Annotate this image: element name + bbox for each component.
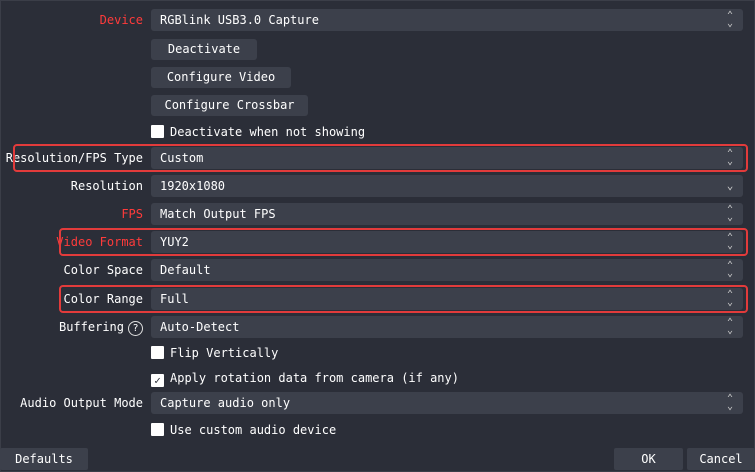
buffering-select[interactable]: Auto-Detect ⌃ ⌄ [151,316,743,338]
updown-chevron-icon: ⌃ ⌄ [726,289,734,308]
checkbox-unchecked-icon [151,423,164,436]
deactivate-when-not-showing-checkbox[interactable]: Deactivate when not showing [151,124,365,140]
resolution-label: Resolution [70,179,143,193]
updown-chevron-icon: ⌃ ⌄ [726,148,734,167]
audio-output-mode-value: Capture audio only [160,396,291,410]
cancel-button[interactable]: Cancel [687,448,755,470]
video-format-value: YUY2 [160,235,189,249]
configure-crossbar-button[interactable]: Configure Crossbar [151,95,308,116]
fps-select[interactable]: Match Output FPS ⌃ ⌄ [151,203,743,225]
color-range-value: Full [160,292,189,306]
color-space-select[interactable]: Default ⌃ ⌄ [151,259,743,281]
color-space-label: Color Space [63,263,143,277]
updown-chevron-icon: ⌃ ⌄ [726,204,734,223]
device-label: Device [99,13,143,27]
buffering-label-text: Buffering [58,320,124,334]
deactivate-when-not-showing-label: Deactivate when not showing [170,125,366,139]
chevron-down-icon: ⌄ [726,179,734,192]
video-format-label: Video Format [56,235,143,249]
apply-rotation-label: Apply rotation data from camera (if any) [170,371,459,385]
checkbox-unchecked-icon [151,346,164,359]
resolution-value: 1920x1080 [160,179,226,193]
resolution-select[interactable]: 1920x1080 ⌄ [151,175,743,197]
apply-rotation-checkbox[interactable]: ✓ Apply rotation data from camera (if any… [151,370,459,387]
color-range-select[interactable]: Full ⌃ ⌄ [151,288,743,310]
fps-label: FPS [121,207,143,221]
buffering-label: Buffering? [0,316,143,338]
ok-button[interactable]: OK [614,448,683,470]
buffering-value: Auto-Detect [160,320,240,334]
video-format-select[interactable]: YUY2 ⌃ ⌄ [151,231,743,253]
help-icon[interactable]: ? [128,321,143,336]
configure-video-button[interactable]: Configure Video [151,67,291,88]
use-custom-audio-checkbox[interactable]: Use custom audio device [151,422,336,438]
device-select[interactable]: RGBlink USB3.0 Capture ⌃ ⌄ [151,9,743,31]
audio-output-mode-select[interactable]: Capture audio only ⌃ ⌄ [151,392,743,414]
deactivate-button[interactable]: Deactivate [151,39,257,60]
updown-chevron-icon: ⌃ ⌄ [726,232,734,251]
fps-value: Match Output FPS [160,207,276,221]
color-space-value: Default [160,263,211,277]
flip-vertically-checkbox[interactable]: Flip Vertically [151,345,278,361]
device-value: RGBlink USB3.0 Capture [160,13,319,27]
resolution-fps-type-value: Custom [160,151,204,165]
defaults-button[interactable]: Defaults [0,448,88,470]
color-range-label: Color Range [63,292,143,306]
resolution-fps-type-label: Resolution/FPS Type [5,151,143,165]
resolution-fps-type-select[interactable]: Custom ⌃ ⌄ [151,147,743,169]
updown-chevron-icon: ⌃ ⌄ [726,317,734,336]
updown-chevron-icon: ⌃ ⌄ [726,10,734,29]
checkbox-unchecked-icon [151,125,164,138]
checkbox-checked-icon: ✓ [151,374,164,387]
use-custom-audio-label: Use custom audio device [170,423,337,437]
flip-vertically-label: Flip Vertically [170,346,279,360]
updown-chevron-icon: ⌃ ⌄ [726,260,734,279]
updown-chevron-icon: ⌃ ⌄ [726,393,734,412]
audio-output-mode-label: Audio Output Mode [20,396,143,410]
